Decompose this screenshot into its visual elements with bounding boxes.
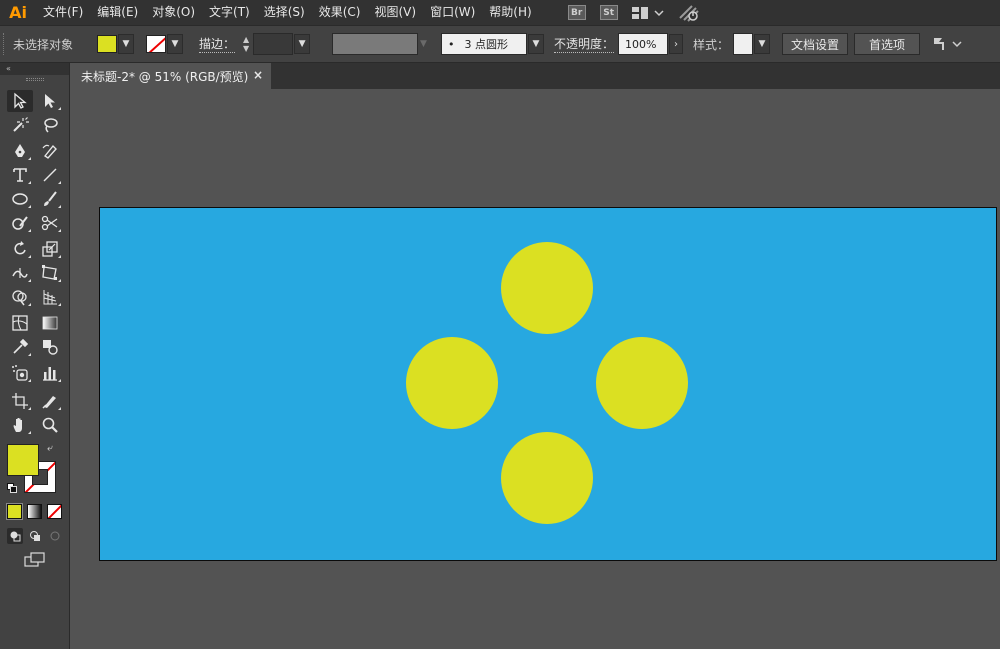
close-icon[interactable]: × bbox=[253, 68, 263, 82]
workspace-switcher-icon[interactable] bbox=[631, 4, 665, 22]
circle-left[interactable] bbox=[406, 337, 498, 429]
scissors-icon[interactable] bbox=[37, 212, 63, 234]
blend-tool-icon[interactable] bbox=[37, 336, 63, 358]
document-setup-button[interactable]: 文档设置 bbox=[781, 33, 848, 55]
chevron-down-icon: ▼ bbox=[420, 39, 427, 49]
shape-builder-icon[interactable] bbox=[7, 286, 33, 308]
app-logo: Ai bbox=[9, 3, 27, 22]
stroke-weight-input[interactable] bbox=[253, 33, 294, 55]
menu-object[interactable]: 对象(O) bbox=[145, 0, 202, 25]
zoom-tool-icon[interactable] bbox=[37, 414, 63, 436]
pen-tool-icon[interactable] bbox=[7, 140, 33, 162]
ellipse-tool-icon[interactable] bbox=[7, 188, 33, 210]
menu-effect[interactable]: 效果(C) bbox=[312, 0, 368, 25]
rotate-tool-icon[interactable] bbox=[7, 238, 33, 260]
style-label: 样式： bbox=[692, 37, 729, 52]
type-tool-icon[interactable] bbox=[7, 164, 33, 186]
line-segment-icon[interactable] bbox=[37, 164, 63, 186]
stroke-label[interactable]: 描边： bbox=[199, 35, 236, 53]
menu-bar: Ai 文件(F) 编辑(E) 对象(O) 文字(T) 选择(S) 效果(C) 视… bbox=[0, 0, 1000, 25]
selection-tool-icon[interactable] bbox=[7, 90, 33, 112]
chevron-right-icon[interactable]: › bbox=[668, 34, 683, 54]
draw-behind-icon[interactable] bbox=[27, 528, 43, 544]
stroke-weight-stepper[interactable]: ▲ ▼ bbox=[239, 33, 253, 55]
brush-value: 3 点圆形 bbox=[464, 38, 508, 51]
menu-select[interactable]: 选择(S) bbox=[257, 0, 312, 25]
chevron-down-icon[interactable]: ▼ bbox=[753, 34, 770, 54]
swap-colors-icon[interactable]: ⤶ bbox=[47, 443, 53, 454]
menu-help[interactable]: 帮助(H) bbox=[482, 0, 538, 25]
variable-width-profile[interactable] bbox=[332, 33, 419, 55]
perspective-grid-icon[interactable] bbox=[37, 286, 63, 308]
default-colors-icon[interactable] bbox=[7, 483, 17, 493]
selection-status: 未选择对象 bbox=[13, 37, 74, 52]
fill-color-swatch[interactable] bbox=[7, 444, 39, 476]
stroke-swatch[interactable] bbox=[146, 35, 167, 53]
none-mode-button[interactable] bbox=[47, 504, 62, 519]
chevron-down-icon[interactable]: ▼ bbox=[294, 34, 311, 54]
bridge-icon[interactable]: Br bbox=[567, 4, 587, 22]
slice-tool-icon[interactable] bbox=[37, 390, 63, 412]
circle-right[interactable] bbox=[596, 337, 688, 429]
scale-tool-icon[interactable] bbox=[37, 238, 63, 260]
arrange-documents-icon[interactable] bbox=[930, 35, 964, 53]
artboard[interactable] bbox=[99, 207, 997, 561]
column-graph-icon[interactable] bbox=[37, 362, 63, 384]
fill-color-control[interactable]: ▼ bbox=[97, 33, 135, 55]
menu-type[interactable]: 文字(T) bbox=[202, 0, 257, 25]
width-tool-icon[interactable] bbox=[7, 262, 33, 284]
curvature-tool-icon[interactable] bbox=[37, 140, 63, 162]
screen-mode-icon[interactable] bbox=[24, 552, 46, 568]
draw-inside-icon[interactable] bbox=[47, 528, 63, 544]
eyedropper-icon[interactable] bbox=[7, 336, 33, 358]
draw-normal-icon[interactable] bbox=[7, 528, 23, 544]
magic-wand-icon[interactable] bbox=[7, 114, 33, 136]
circle-bottom[interactable] bbox=[501, 432, 593, 524]
panel-grip[interactable] bbox=[3, 33, 7, 55]
free-transform-icon[interactable] bbox=[37, 262, 63, 284]
circle-top[interactable] bbox=[501, 242, 593, 334]
hand-tool-icon[interactable] bbox=[7, 414, 33, 436]
menu-view[interactable]: 视图(V) bbox=[367, 0, 423, 25]
paintbrush-icon[interactable] bbox=[37, 188, 63, 210]
menu-edit[interactable]: 编辑(E) bbox=[90, 0, 145, 25]
chevron-down-icon[interactable]: ▼ bbox=[527, 34, 544, 54]
chevron-down-icon[interactable]: ▼ bbox=[167, 34, 184, 54]
symbol-sprayer-icon[interactable] bbox=[7, 362, 33, 384]
document-tab[interactable]: 未标题-2* @ 51% (RGB/预览) × bbox=[71, 63, 271, 89]
lasso-icon[interactable] bbox=[37, 114, 63, 136]
document-tab-title: 未标题-2* @ 51% (RGB/预览) bbox=[81, 69, 249, 84]
style-swatch[interactable] bbox=[732, 33, 753, 55]
menu-window[interactable]: 窗口(W) bbox=[423, 0, 482, 25]
menu-file[interactable]: 文件(F) bbox=[36, 0, 90, 25]
direct-selection-tool-icon[interactable] bbox=[37, 90, 63, 112]
fill-swatch[interactable] bbox=[97, 35, 118, 53]
gradient-tool-icon[interactable] bbox=[37, 312, 63, 334]
document-tab-bar: 未标题-2* @ 51% (RGB/预览) × bbox=[71, 63, 1000, 89]
preferences-button[interactable]: 首选项 bbox=[853, 33, 920, 55]
stroke-color-control[interactable]: ▼ bbox=[146, 33, 184, 55]
collapse-panel-button[interactable]: « bbox=[0, 63, 69, 75]
chevron-down-icon[interactable]: ▼ bbox=[118, 34, 135, 54]
brush-definition-dropdown[interactable]: • 3 点圆形 bbox=[440, 33, 527, 55]
tools-panel: « ⤶ bbox=[0, 63, 70, 649]
brush-dot: • bbox=[447, 37, 455, 51]
opacity-input[interactable]: 100% bbox=[617, 33, 668, 55]
gpu-performance-icon[interactable] bbox=[677, 4, 701, 22]
gradient-mode-button[interactable] bbox=[27, 504, 42, 519]
control-bar: 未选择对象 ▼ ▼ 描边： ▲ ▼ ▼ ▼ • 3 点圆形 ▼ 不透明度： 100… bbox=[0, 25, 1000, 63]
color-mode-button[interactable] bbox=[6, 503, 23, 520]
stock-icon[interactable]: St bbox=[599, 4, 619, 22]
panel-grip[interactable] bbox=[0, 75, 69, 83]
mesh-tool-icon[interactable] bbox=[7, 312, 33, 334]
artboard-tool-icon[interactable] bbox=[7, 390, 33, 412]
shaper-tool-icon[interactable] bbox=[7, 212, 33, 234]
canvas-area[interactable] bbox=[71, 89, 1000, 649]
opacity-label[interactable]: 不透明度： bbox=[553, 35, 614, 53]
